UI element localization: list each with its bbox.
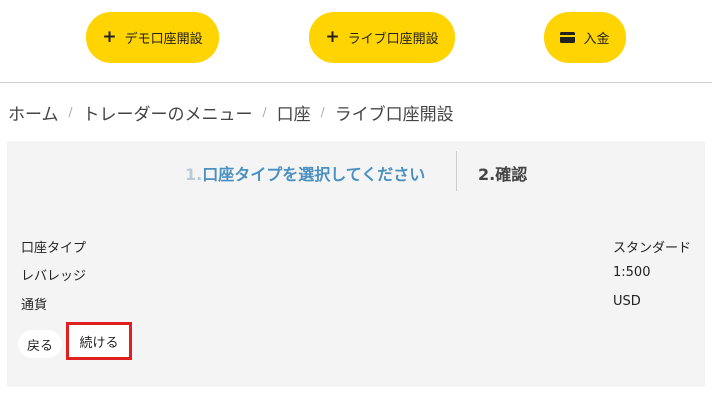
open-demo-account-label: デモ口座開設 [124, 32, 203, 47]
deposit-label: 入金 [583, 32, 610, 47]
detail-value: スタンダード [613, 241, 692, 256]
breadcrumb: ホーム / トレーダーのメニュー / 口座 / ライブ口座開設 [8, 100, 454, 125]
step-select-account-type: 1.口座タイプを選択してください [185, 161, 425, 185]
detail-label: 通貨 [21, 298, 48, 313]
detail-row-account-type: 口座タイプ スタンダード [21, 237, 691, 257]
breadcrumb-item-home[interactable]: ホーム [8, 100, 59, 125]
continue-button[interactable]: 続ける [66, 322, 132, 360]
step1-number: 1. [185, 165, 203, 184]
open-live-account-button[interactable]: + ライブ口座開設 [309, 12, 455, 63]
back-button[interactable]: 戻る [18, 330, 62, 358]
breadcrumb-item-open-live-account: ライブ口座開設 [334, 104, 454, 125]
detail-row-leverage: レバレッジ 1:500 [21, 265, 691, 285]
detail-label: レバレッジ [21, 269, 87, 284]
deposit-button[interactable]: 入金 [544, 12, 626, 63]
open-live-account-label: ライブ口座開設 [347, 32, 439, 47]
step-confirm: 2.確認 [478, 161, 527, 185]
detail-row-currency: 通貨 USD [21, 294, 691, 314]
breadcrumb-separator: / [262, 105, 267, 119]
open-demo-account-button[interactable]: + デモ口座開設 [86, 12, 219, 63]
breadcrumb-separator: / [68, 105, 73, 119]
detail-label: 口座タイプ [21, 241, 87, 256]
account-setup-panel: 1.口座タイプを選択してください 2.確認 口座タイプ スタンダード レバレッジ… [7, 141, 705, 387]
breadcrumb-item-trader-menu[interactable]: トレーダーのメニュー [83, 100, 253, 125]
breadcrumb-item-accounts[interactable]: 口座 [277, 100, 311, 125]
step-divider [456, 151, 457, 191]
step-indicator: 1.口座タイプを選択してください 2.確認 [7, 151, 705, 191]
plus-icon: + [325, 27, 340, 47]
detail-value: 1:500 [613, 265, 651, 280]
top-toolbar: + デモ口座開設 + ライブ口座開設 入金 [0, 0, 712, 83]
plus-icon: + [102, 27, 117, 47]
card-icon [560, 32, 576, 43]
breadcrumb-separator: / [320, 105, 325, 119]
detail-value: USD [613, 294, 641, 309]
step1-label: 口座タイプを選択してください [202, 165, 426, 184]
step2-label: 2.確認 [478, 165, 528, 184]
